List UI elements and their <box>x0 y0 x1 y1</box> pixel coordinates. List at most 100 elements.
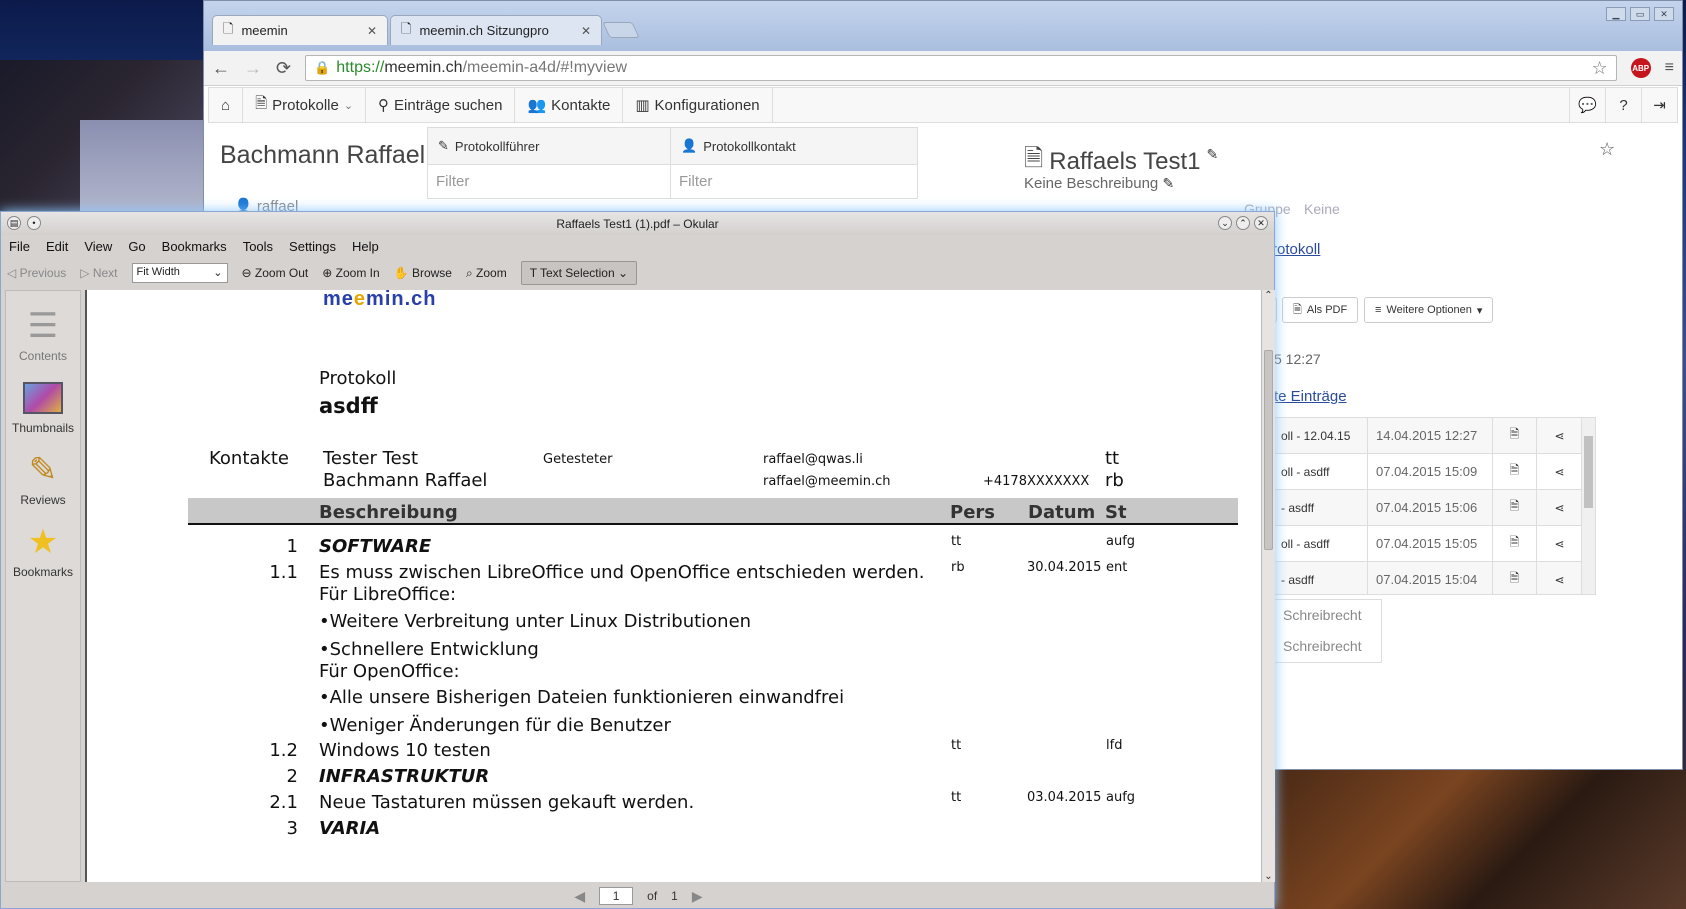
pdf-icon[interactable]: 🗎 <box>1492 526 1536 561</box>
reload-icon[interactable]: ⟳ <box>276 58 291 79</box>
help-button[interactable]: ? <box>1605 88 1641 122</box>
share-icon[interactable]: ⋖ <box>1536 454 1582 489</box>
pdf-icon[interactable]: 🗎 <box>1492 418 1536 453</box>
previous-button[interactable]: ◁ Previous <box>7 266 66 280</box>
close-icon[interactable]: ✕ <box>1254 216 1268 230</box>
menu-edit[interactable]: Edit <box>46 239 68 254</box>
item-datum: 03.04.2015 <box>1027 790 1102 805</box>
adblock-icon[interactable]: ABP <box>1630 58 1651 78</box>
pdf-scrollbar[interactable]: ⌃ ⌄ <box>1261 290 1275 882</box>
list-item[interactable]: oll - asdff 07.04.2015 15:05 🗎 ⋖ <box>1275 526 1595 562</box>
scroll-down-icon[interactable]: ⌄ <box>1262 871 1275 882</box>
list-item[interactable]: - asdff 07.04.2015 15:06 🗎 ⋖ <box>1275 490 1595 526</box>
forward-icon[interactable]: → <box>244 58 262 79</box>
nav-konfigurationen[interactable]: ▥ Konfigurationen <box>623 88 773 122</box>
sidebar-item-thumbnails[interactable]: Thumbnails <box>6 375 80 435</box>
maximize-icon[interactable]: ⌃ <box>1236 216 1250 230</box>
filter-input[interactable]: Filter <box>428 164 674 198</box>
sidebar-label: Thumbnails <box>11 421 75 435</box>
zoom-select[interactable]: Fit Width ⌄ <box>131 263 228 283</box>
item-text-line: Für OpenOffice: <box>319 661 460 682</box>
menu-file[interactable]: File <box>9 239 30 254</box>
share-icon[interactable]: ⋖ <box>1536 418 1582 453</box>
back-icon[interactable]: ← <box>212 58 230 79</box>
menu-bookmarks[interactable]: Bookmarks <box>162 239 227 254</box>
close-icon[interactable]: ✕ <box>1654 7 1674 21</box>
description-text: Keine Beschreibung <box>1024 175 1159 192</box>
chrome-menu-icon[interactable]: ≡ <box>1665 59 1674 77</box>
pdf-page[interactable]: meemin.ch Protokoll asdff Kontakte Teste… <box>85 290 1261 882</box>
menu-tools[interactable]: Tools <box>243 239 273 254</box>
tab-sitzungpro[interactable]: 🗋 meemin.ch Sitzungpro ✕ <box>390 15 602 45</box>
contact-short: tt <box>1105 448 1120 469</box>
next-button[interactable]: ▷ Next <box>80 266 117 280</box>
pdf-icon[interactable]: 🗎 <box>1492 490 1536 525</box>
scrollbar-thumb[interactable] <box>1264 350 1273 550</box>
page-number-input[interactable]: 1 <box>599 887 634 905</box>
text-selection-button[interactable]: T Text Selection ⌄ <box>520 261 638 285</box>
item-date: 07.04.2015 15:06 <box>1367 490 1492 525</box>
browse-button[interactable]: ✋ Browse <box>394 266 452 280</box>
sidebar-item-reviews[interactable]: ✎ Reviews <box>6 447 80 507</box>
sidebar-item-bookmarks[interactable]: ★ Bookmarks <box>6 519 80 579</box>
list-item[interactable]: - asdff 07.04.2015 15:04 🗎 ⋖ <box>1275 562 1595 594</box>
zoom-out-button[interactable]: ⊖ Zoom Out <box>242 266 309 280</box>
item-name: - asdff <box>1281 500 1315 515</box>
button-label: Zoom In <box>335 266 380 280</box>
minimize-icon[interactable]: ▁ <box>1606 7 1626 21</box>
eintraege-link[interactable]: te Einträge <box>1274 388 1347 405</box>
bookmark-star-icon[interactable]: ☆ <box>1592 58 1608 79</box>
pdf-icon[interactable]: 🗎 <box>1492 454 1536 489</box>
filter-input[interactable]: Filter <box>671 164 917 198</box>
pin-icon[interactable]: • <box>27 216 41 230</box>
new-tab-button[interactable] <box>602 22 640 38</box>
weitere-optionen-button[interactable]: ≡ Weitere Optionen ▾ <box>1364 297 1494 323</box>
menu-go[interactable]: Go <box>128 239 145 254</box>
list-item[interactable]: oll - asdff 07.04.2015 15:09 🗎 ⋖ <box>1275 454 1595 490</box>
menu-settings[interactable]: Settings <box>289 239 336 254</box>
maximize-icon[interactable]: ▭ <box>1630 7 1650 21</box>
item-pers: tt <box>951 790 962 805</box>
next-page-icon[interactable]: ▶ <box>692 888 703 905</box>
pdf-icon[interactable]: 🗎 <box>1492 562 1536 594</box>
menu-help[interactable]: Help <box>352 239 379 254</box>
item-name: - asdff <box>1281 572 1315 587</box>
chat-button[interactable]: 💬 <box>1569 88 1605 122</box>
sidebar-label: Contents <box>18 349 68 363</box>
item-text: Neue Tastaturen müssen gekauft werden. <box>319 792 695 813</box>
star-icon[interactable]: ☆ <box>1599 139 1615 160</box>
prev-page-icon[interactable]: ◀ <box>574 888 585 905</box>
edit-icon[interactable]: ✎ <box>1162 175 1174 191</box>
list-item[interactable]: oll - 12.04.15 14.04.2015 12:27 🗎 ⋖ <box>1275 418 1595 454</box>
address-bar-row: ← → ⟳ 🔒 https://meemin.ch/meemin-a4d/#!m… <box>204 51 1682 86</box>
close-icon[interactable]: ✕ <box>581 24 591 38</box>
logout-button[interactable]: ⇥ <box>1641 88 1677 122</box>
list-scrollbar[interactable] <box>1581 418 1595 594</box>
menu-view[interactable]: View <box>84 239 112 254</box>
url-input[interactable]: 🔒 https://meemin.ch/meemin-a4d/#!myview … <box>305 55 1617 81</box>
share-icon[interactable]: ⋖ <box>1536 526 1582 561</box>
edit-icon[interactable]: ✎ <box>1207 146 1219 163</box>
share-icon[interactable]: ⋖ <box>1536 490 1582 525</box>
item-pers: tt <box>951 738 962 753</box>
sidebar-item-contents[interactable]: ☰ Contents <box>6 303 80 363</box>
protokoll-link[interactable]: rotokoll <box>1272 241 1320 258</box>
home-button[interactable]: ⌂ <box>209 88 244 122</box>
pdf-icon: 🗎 <box>1293 303 1302 316</box>
minimize-icon[interactable]: ⌄ <box>1218 216 1232 230</box>
logo-part: e <box>353 290 367 310</box>
tab-meemin[interactable]: 🗋 meemin ✕ <box>212 15 388 45</box>
panel-title: Protokollführer <box>454 138 540 154</box>
zoom-in-button[interactable]: ⊕ Zoom In <box>322 266 379 280</box>
scroll-up-icon[interactable]: ⌃ <box>1262 290 1275 301</box>
nav-kontakte[interactable]: 👥 Kontakte <box>515 88 624 122</box>
app-menu-icon[interactable]: ▤ <box>7 216 21 230</box>
share-icon[interactable]: ⋖ <box>1536 562 1582 594</box>
nav-eintraege-suchen[interactable]: ⚲ Einträge suchen <box>366 88 516 122</box>
als-pdf-button[interactable]: 🗎 Als PDF <box>1282 297 1359 323</box>
close-icon[interactable]: ✕ <box>367 24 377 38</box>
url-scheme: https:// <box>336 59 385 76</box>
zoom-tool-button[interactable]: ⌕ Zoom <box>466 266 507 281</box>
nav-protokolle[interactable]: 🗎 Protokolle ⌄ <box>243 88 367 122</box>
url-host: meemin.ch <box>384 59 463 76</box>
